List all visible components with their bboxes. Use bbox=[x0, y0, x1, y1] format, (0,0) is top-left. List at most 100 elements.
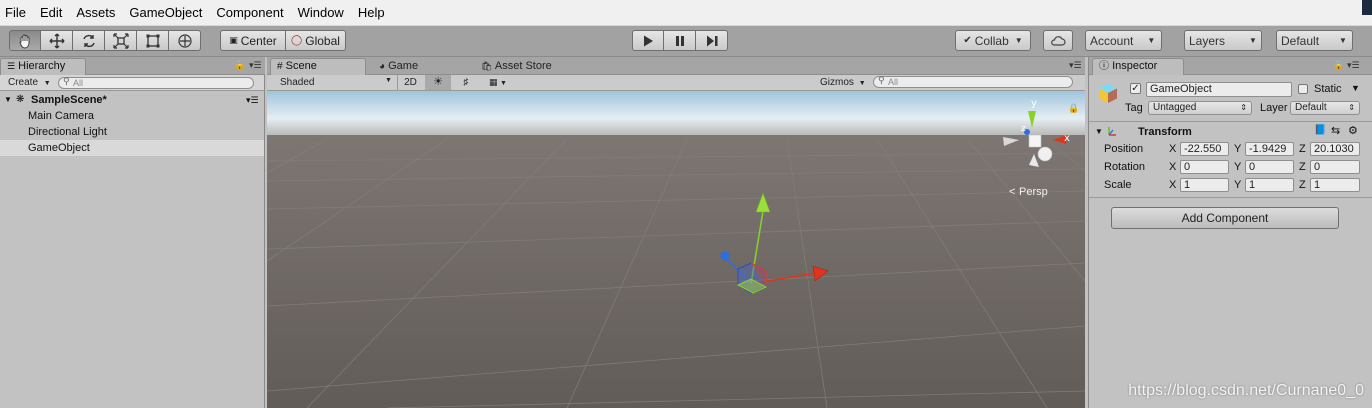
layer-label: Layer bbox=[1260, 102, 1288, 114]
create-dropdown[interactable]: Create ▼ bbox=[8, 77, 51, 88]
axis-label-x: X bbox=[1169, 179, 1177, 191]
scene-menu-icon[interactable]: ▾☰ bbox=[246, 92, 259, 108]
expand-arrow-icon[interactable]: ▼ bbox=[1095, 125, 1103, 139]
inspector-tabbar: ⓘ Inspector 🔒 ▾☰ bbox=[1089, 57, 1372, 75]
chevron-down-icon: ▼ bbox=[385, 77, 392, 84]
expand-arrow-icon[interactable]: ▼ bbox=[4, 92, 12, 108]
projection-label[interactable]: Persp bbox=[1019, 186, 1048, 198]
shading-mode-dropdown[interactable]: Shaded bbox=[280, 77, 314, 88]
layers-dropdown[interactable]: Layers ▼ bbox=[1184, 30, 1262, 51]
divider bbox=[1089, 197, 1372, 198]
list-item[interactable]: Directional Light bbox=[0, 124, 264, 140]
gizmos-dropdown[interactable]: Gizmos ▼ bbox=[820, 77, 866, 88]
menu-edit[interactable]: Edit bbox=[33, 0, 69, 26]
axis-label-y: Y bbox=[1234, 161, 1242, 173]
lock-icon[interactable]: 🔒 bbox=[234, 60, 245, 71]
scene-toolbar: Shaded ▼ 2D ☀ ♯ ▦ ▼ Gizmos ▼ All ⚲ bbox=[267, 75, 1085, 91]
bag-icon: 🛍 bbox=[481, 61, 493, 71]
2d-toggle[interactable]: 2D bbox=[397, 75, 423, 90]
active-checkbox[interactable]: ✓ bbox=[1130, 83, 1141, 94]
rotation-z-field[interactable]: 0 bbox=[1310, 160, 1360, 174]
scale-x-field[interactable]: 1 bbox=[1180, 178, 1229, 192]
tab-hierarchy[interactable]: ☰ Hierarchy bbox=[0, 58, 86, 75]
panel-menu-icon[interactable]: ▾☰ bbox=[1347, 60, 1360, 71]
menu-gameobject[interactable]: GameObject bbox=[122, 0, 209, 26]
position-x-field[interactable]: -22.550 bbox=[1180, 142, 1229, 156]
transform-header[interactable]: ▼ Transform 📘 ⇆ ⚙ bbox=[1089, 123, 1372, 140]
effects-dropdown[interactable]: ▦ ▼ bbox=[483, 75, 513, 90]
help-book-icon[interactable]: 📘 bbox=[1314, 124, 1326, 138]
scale-y-field[interactable]: 1 bbox=[1245, 178, 1294, 192]
move-tool-button[interactable] bbox=[41, 30, 73, 51]
scene-viewport[interactable]: y x z 🔒 < Persp bbox=[267, 91, 1085, 408]
menu-assets[interactable]: Assets bbox=[69, 0, 122, 26]
tab-inspector[interactable]: ⓘ Inspector bbox=[1092, 58, 1184, 75]
panel-menu-icon[interactable]: ▾☰ bbox=[1069, 60, 1082, 71]
tab-game[interactable]: ◕ Game bbox=[373, 59, 453, 76]
add-component-button[interactable]: Add Component bbox=[1111, 207, 1339, 229]
scene-search-input[interactable]: All bbox=[873, 76, 1073, 88]
tab-scene[interactable]: # Scene bbox=[270, 58, 366, 75]
gizmo-center-cube[interactable] bbox=[1028, 134, 1042, 148]
transform-tools bbox=[9, 30, 201, 51]
tag-label: Tag bbox=[1125, 102, 1143, 114]
unity-scene-icon: ❋ bbox=[16, 94, 25, 105]
position-z-field[interactable]: 20.1030 bbox=[1310, 142, 1360, 156]
layout-dropdown[interactable]: Default ▼ bbox=[1276, 30, 1353, 51]
rotate-tool-button[interactable] bbox=[73, 30, 105, 51]
scale-tool-button[interactable] bbox=[105, 30, 137, 51]
panel-menu-icon[interactable]: ▾☰ bbox=[249, 60, 262, 71]
chevron-down-icon: ▼ bbox=[43, 80, 51, 87]
speaker-icon: ♯ bbox=[463, 77, 469, 88]
gear-icon[interactable]: ⚙ bbox=[1348, 124, 1358, 138]
axis-label-z: Z bbox=[1299, 161, 1306, 173]
preset-icon[interactable]: ⇆ bbox=[1331, 124, 1340, 138]
menu-file[interactable]: File bbox=[0, 0, 33, 26]
step-button[interactable] bbox=[696, 30, 728, 51]
hierarchy-panel: ☰ Hierarchy 🔒 ▾☰ Create ▼ All ⚲ ▼ ❋ Samp… bbox=[0, 57, 265, 408]
axis-label-y: Y bbox=[1234, 179, 1242, 191]
play-button[interactable] bbox=[632, 30, 664, 51]
check-icon: ✔ bbox=[963, 35, 972, 46]
lock-icon[interactable]: 🔒 bbox=[1068, 103, 1079, 114]
menu-window[interactable]: Window bbox=[291, 0, 351, 26]
tag-dropdown[interactable]: Untagged ⇕ bbox=[1148, 101, 1252, 115]
z-axis-arrow-icon[interactable] bbox=[720, 251, 730, 261]
hierarchy-search-input[interactable]: All bbox=[58, 77, 254, 89]
tab-asset-store[interactable]: 🛍 Asset Store bbox=[475, 59, 575, 76]
chevron-down-icon: ▼ bbox=[1014, 36, 1023, 45]
info-icon: ⓘ bbox=[1099, 61, 1109, 72]
cloud-button[interactable] bbox=[1043, 30, 1073, 51]
rect-tool-button[interactable] bbox=[137, 30, 169, 51]
pivot-global-button[interactable]: ◯ Global bbox=[286, 30, 346, 51]
pause-button[interactable] bbox=[664, 30, 696, 51]
grid-icon: # bbox=[277, 61, 283, 72]
transform-tool-button[interactable] bbox=[169, 30, 201, 51]
static-checkbox[interactable] bbox=[1298, 84, 1308, 94]
pivot-center-button[interactable]: ▣ Center bbox=[220, 30, 286, 51]
audio-toggle[interactable]: ♯ bbox=[455, 75, 477, 90]
gizmo-negz-cone[interactable] bbox=[1037, 146, 1053, 162]
gizmo-z-label: z bbox=[1021, 124, 1026, 134]
rotation-x-field[interactable]: 0 bbox=[1180, 160, 1229, 174]
menu-help[interactable]: Help bbox=[351, 0, 392, 26]
object-name-field[interactable]: GameObject bbox=[1146, 82, 1292, 97]
list-item[interactable]: Main Camera bbox=[0, 108, 264, 124]
rotation-y-field[interactable]: 0 bbox=[1245, 160, 1294, 174]
lock-icon[interactable]: 🔒 bbox=[1333, 60, 1344, 71]
scale-z-field[interactable]: 1 bbox=[1310, 178, 1360, 192]
lighting-toggle[interactable]: ☀ bbox=[425, 75, 451, 90]
window-corner bbox=[1362, 0, 1372, 15]
layer-dropdown[interactable]: Default ⇕ bbox=[1290, 101, 1360, 115]
position-y-field[interactable]: -1.9429 bbox=[1245, 142, 1294, 156]
menu-component[interactable]: Component bbox=[209, 0, 290, 26]
scene-view-canvas[interactable]: y x z 🔒 < Persp bbox=[267, 91, 1085, 408]
hand-tool-button[interactable] bbox=[9, 30, 41, 51]
chevron-down-icon[interactable]: ▼ bbox=[1351, 81, 1360, 95]
list-item[interactable]: GameObject bbox=[0, 140, 264, 156]
playback-group bbox=[632, 30, 728, 51]
account-dropdown[interactable]: Account ▼ bbox=[1085, 30, 1162, 51]
hand-icon bbox=[19, 34, 30, 48]
scene-root-row[interactable]: ▼ ❋ SampleScene* ▾☰ bbox=[0, 92, 264, 108]
collab-button[interactable]: ✔ Collab ▼ bbox=[955, 30, 1031, 51]
